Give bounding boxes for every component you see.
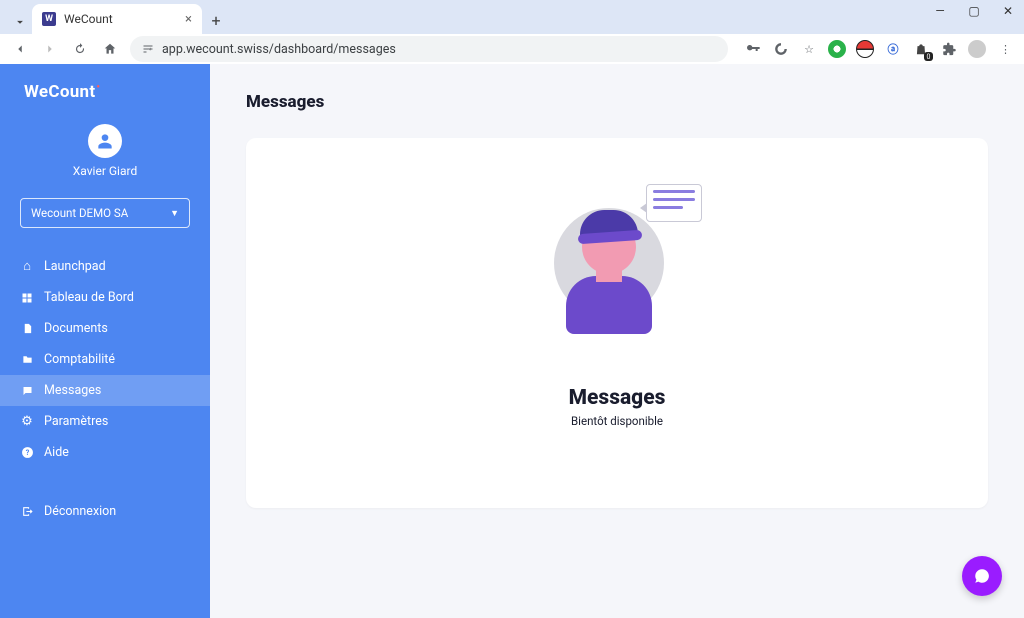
user-icon	[95, 131, 115, 151]
gsuite-icon[interactable]	[772, 40, 790, 58]
nav-item-logout[interactable]: Déconnexion	[0, 496, 210, 527]
user-name: Xavier Giard	[73, 164, 137, 178]
browser-tab[interactable]: W WeCount ×	[32, 4, 202, 34]
empty-state-heading: Messages	[569, 386, 666, 410]
tab-title: WeCount	[64, 12, 113, 26]
maximize-button[interactable]: ▢	[964, 4, 984, 18]
page-title: Messages	[246, 92, 988, 112]
nav-item-documents[interactable]: Documents	[0, 313, 210, 344]
logout-icon	[20, 505, 34, 518]
extension-green-icon[interactable]	[828, 40, 846, 58]
tab-search-button[interactable]	[8, 10, 32, 34]
password-icon[interactable]	[744, 40, 762, 58]
chrome-menu-button[interactable]: ⋮	[996, 40, 1014, 58]
close-window-button[interactable]: ✕	[998, 4, 1018, 18]
nav-label: Tableau de Bord	[44, 290, 134, 305]
logo-accent-icon: •	[96, 82, 100, 93]
new-tab-button[interactable]: +	[202, 6, 230, 34]
nav-item-settings[interactable]: ⚙ Paramètres	[0, 406, 210, 437]
favicon-icon: W	[42, 12, 56, 26]
nav-label: Comptabilité	[44, 352, 115, 367]
home-icon	[103, 42, 117, 56]
profile-block: Xavier Giard	[0, 116, 210, 188]
nav-list: ⌂ Launchpad Tableau de Bord Documents Co…	[0, 250, 210, 527]
site-settings-icon[interactable]	[142, 43, 154, 55]
company-selected-label: Wecount DEMO SA	[31, 206, 128, 220]
nav-label: Paramètres	[44, 414, 108, 429]
window-controls: — ▢ ✕	[930, 4, 1018, 18]
extension-pokeball-icon[interactable]	[856, 40, 874, 58]
extension-a-icon[interactable]: ⓐ	[884, 40, 902, 58]
url-text: app.wecount.swiss/dashboard/messages	[162, 42, 396, 57]
reload-icon	[73, 42, 87, 56]
chat-fab-button[interactable]	[962, 556, 1002, 596]
chat-bubble-icon	[973, 567, 991, 585]
bookmark-button[interactable]: ☆	[800, 40, 818, 58]
back-button[interactable]	[10, 39, 30, 59]
address-bar[interactable]: app.wecount.swiss/dashboard/messages	[130, 36, 728, 62]
gear-icon: ⚙	[20, 414, 34, 429]
nav-label: Documents	[44, 321, 108, 336]
tab-bar: W WeCount × + — ▢ ✕	[0, 0, 1024, 34]
nav-label: Launchpad	[44, 259, 106, 274]
tune-icon	[142, 43, 154, 55]
chat-icon	[20, 385, 34, 397]
chevron-down-icon	[13, 15, 27, 29]
help-icon: ?	[20, 446, 34, 459]
forward-button[interactable]	[40, 39, 60, 59]
nav-label: Messages	[44, 383, 101, 398]
toolbar-right: ☆ ⓐ ⋮	[738, 40, 1014, 58]
nav-item-launchpad[interactable]: ⌂ Launchpad	[0, 250, 210, 282]
home-icon: ⌂	[20, 258, 34, 274]
nav-item-dashboard[interactable]: Tableau de Bord	[0, 282, 210, 313]
svg-text:?: ?	[25, 448, 29, 457]
document-icon	[20, 322, 34, 335]
nav-label: Déconnexion	[44, 504, 116, 519]
nav-label: Aide	[44, 445, 69, 460]
caret-down-icon: ▼	[170, 208, 179, 219]
minimize-button[interactable]: —	[930, 4, 950, 18]
empty-state-illustration	[532, 180, 702, 330]
browser-chrome: W WeCount × + — ▢ ✕ app.wecount.swiss/da…	[0, 0, 1024, 64]
avatar[interactable]	[88, 124, 122, 158]
home-button[interactable]	[100, 39, 120, 59]
extensions-button[interactable]	[940, 40, 958, 58]
app-logo-text: WeCount	[24, 82, 95, 102]
address-bar-row: app.wecount.swiss/dashboard/messages ☆ ⓐ…	[0, 34, 1024, 64]
app-logo[interactable]: WeCount•	[0, 82, 210, 116]
nav-item-accounting[interactable]: Comptabilité	[0, 344, 210, 375]
extension-shopping-icon[interactable]	[912, 40, 930, 58]
speech-bubble-icon	[646, 184, 702, 222]
dashboard-icon	[20, 292, 34, 304]
main-area: Messages Messages Bientôt disponible	[210, 64, 1024, 618]
company-selector[interactable]: Wecount DEMO SA ▼	[20, 198, 190, 228]
reload-button[interactable]	[70, 39, 90, 59]
folder-icon	[20, 354, 34, 365]
profile-button[interactable]	[968, 40, 986, 58]
arrow-right-icon	[43, 42, 57, 56]
nav-item-messages[interactable]: Messages	[0, 375, 210, 406]
empty-state-subtext: Bientôt disponible	[571, 414, 663, 428]
arrow-left-icon	[13, 42, 27, 56]
close-tab-button[interactable]: ×	[185, 12, 192, 27]
nav-item-help[interactable]: ? Aide	[0, 437, 210, 468]
content-card: Messages Bientôt disponible	[246, 138, 988, 508]
sidebar: WeCount• Xavier Giard Wecount DEMO SA ▼ …	[0, 64, 210, 618]
app-viewport: WeCount• Xavier Giard Wecount DEMO SA ▼ …	[0, 64, 1024, 618]
